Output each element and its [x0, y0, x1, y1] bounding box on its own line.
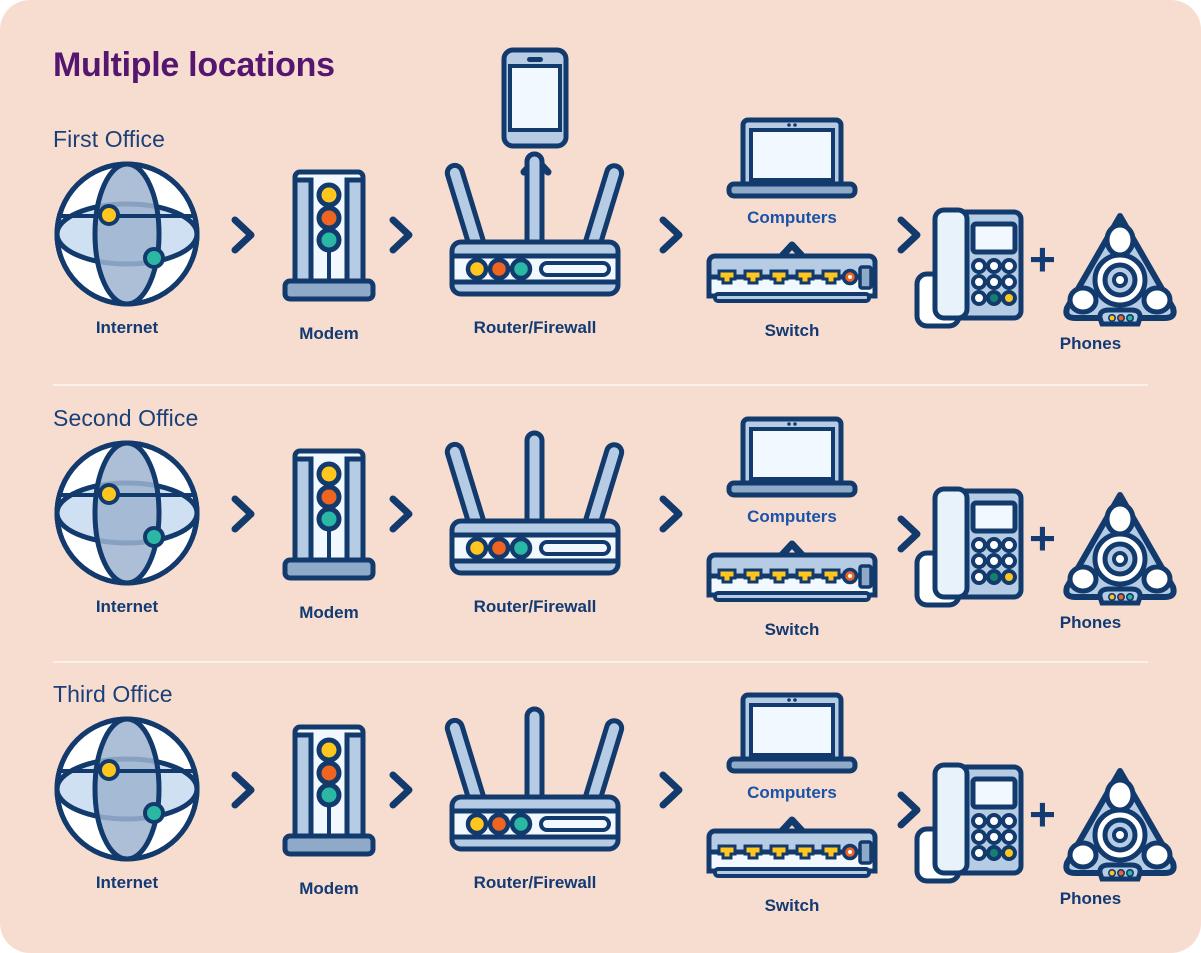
desk-phone-icon [914, 762, 1024, 884]
laptop-icon [726, 692, 858, 774]
chevron-right-icon [388, 216, 414, 254]
conference-phone-icon [1063, 768, 1177, 882]
node-label-internet: Internet [95, 873, 159, 892]
laptop-icon [726, 117, 858, 199]
node-label-internet: Internet [95, 318, 159, 337]
node-computers[interactable]: Computers [726, 415, 858, 526]
node-modem[interactable]: Modem [281, 721, 377, 898]
node-label-computers: Computers [747, 783, 837, 802]
modem-icon [282, 724, 376, 857]
globe-icon [54, 440, 200, 586]
globe-icon [54, 716, 200, 862]
switch-icon [706, 828, 878, 878]
router-icon [444, 151, 625, 297]
plus-connector: + [1029, 233, 1056, 285]
node-smartphone[interactable] [498, 46, 572, 150]
section-divider [53, 661, 1148, 663]
globe-icon [54, 161, 200, 307]
conference-phone-icon [1063, 213, 1177, 327]
chevron-right-icon [658, 771, 684, 809]
node-router[interactable]: Router/Firewall [444, 701, 625, 892]
node-switch[interactable]: Switch [705, 253, 879, 340]
node-computers[interactable]: Computers [726, 116, 858, 227]
node-label-modem: Modem [299, 324, 359, 343]
node-switch[interactable]: Switch [705, 552, 879, 639]
office-section-third: Third Office Internet Modem Router/Firew… [0, 673, 1201, 925]
office-heading: First Office [53, 126, 165, 152]
node-label-computers: Computers [747, 208, 837, 227]
modem-icon [282, 448, 376, 581]
node-label-phones: Phones [1059, 889, 1122, 908]
office-heading: Second Office [53, 405, 199, 431]
node-modem[interactable]: Modem [281, 445, 377, 622]
node-label-modem: Modem [299, 603, 359, 622]
conference-phone-icon [1063, 492, 1177, 606]
desk-phone-icon [914, 486, 1024, 608]
chevron-right-icon [230, 216, 256, 254]
office-section-first: First Office Internet Modem Router/Firew… [0, 47, 1201, 370]
node-label-switch: Switch [764, 321, 820, 340]
chevron-right-icon [388, 771, 414, 809]
page-title: Multiple locations [53, 46, 335, 84]
chevron-right-icon [658, 495, 684, 533]
node-label-internet: Internet [95, 597, 159, 616]
chevron-right-icon [230, 495, 256, 533]
node-router[interactable]: Router/Firewall [444, 146, 625, 337]
node-label-phones: Phones [1059, 334, 1122, 353]
desk-phone-icon [914, 207, 1024, 329]
node-label-switch: Switch [764, 620, 820, 639]
plus-connector: + [1029, 512, 1056, 564]
node-computers[interactable]: Computers [726, 691, 858, 802]
switch-icon [706, 552, 878, 602]
office-heading: Third Office [53, 681, 173, 707]
chevron-right-icon [658, 216, 684, 254]
router-icon [444, 430, 625, 576]
switch-icon [706, 253, 878, 303]
node-label-router: Router/Firewall [473, 597, 597, 616]
node-label-phones: Phones [1059, 613, 1122, 632]
smartphone-icon [501, 47, 569, 149]
node-label-computers: Computers [747, 507, 837, 526]
node-switch[interactable]: Switch [705, 828, 879, 915]
laptop-icon [726, 416, 858, 498]
chevron-right-icon [388, 495, 414, 533]
router-icon [444, 706, 625, 852]
chevron-right-icon [230, 771, 256, 809]
node-internet[interactable]: Internet [53, 439, 201, 616]
node-label-switch: Switch [764, 896, 820, 915]
node-label-router: Router/Firewall [473, 318, 597, 337]
node-internet[interactable]: Internet [53, 160, 201, 337]
office-section-second: Second Office Internet Modem Router/Fire… [0, 397, 1201, 649]
node-internet[interactable]: Internet [53, 715, 201, 892]
node-label-modem: Modem [299, 879, 359, 898]
node-label-router: Router/Firewall [473, 873, 597, 892]
section-divider [53, 384, 1148, 386]
diagram-canvas: Multiple locations First Office Internet [0, 0, 1201, 953]
plus-connector: + [1029, 788, 1056, 840]
node-modem[interactable]: Modem [281, 166, 377, 343]
modem-icon [282, 169, 376, 302]
node-router[interactable]: Router/Firewall [444, 425, 625, 616]
